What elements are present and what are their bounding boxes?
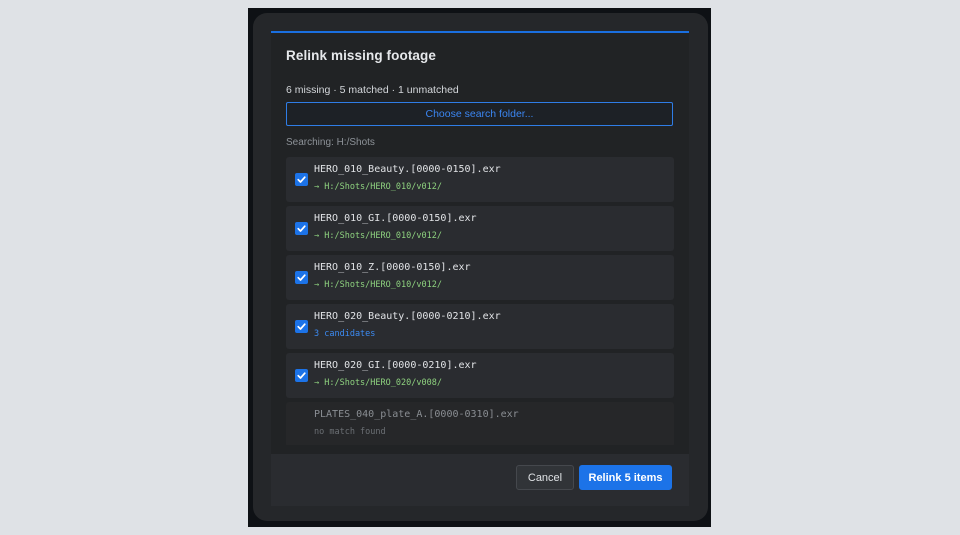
footage-filename: PLATES_040_plate_A.[0000-0310].exr xyxy=(314,409,519,420)
item-checkbox[interactable] xyxy=(295,369,308,382)
dialog-title: Relink missing footage xyxy=(286,48,436,63)
missing-summary: 6 missing · 5 matched · 1 unmatched xyxy=(286,84,459,96)
candidates-link[interactable]: 3 candidates xyxy=(314,329,375,339)
footage-filename: HERO_020_Beauty.[0000-0210].exr xyxy=(314,311,501,322)
footage-filename: HERO_010_GI.[0000-0150].exr xyxy=(314,213,477,224)
match-path: → H:/Shots/HERO_020/v008/ xyxy=(314,378,442,388)
footage-filename: HERO_020_GI.[0000-0210].exr xyxy=(314,360,477,371)
footage-list[interactable]: HERO_010_Beauty.[0000-0150].exr → H:/Sho… xyxy=(286,157,674,445)
checkmark-icon xyxy=(297,225,306,232)
footage-filename: HERO_010_Beauty.[0000-0150].exr xyxy=(314,164,501,175)
dialog-footer: Cancel Relink 5 items xyxy=(271,454,689,506)
checkmark-icon xyxy=(297,323,306,330)
match-path: → H:/Shots/HERO_010/v012/ xyxy=(314,182,442,192)
checkmark-icon xyxy=(297,274,306,281)
footage-row[interactable]: HERO_020_GI.[0000-0210].exr → H:/Shots/H… xyxy=(286,353,674,398)
footage-row-unmatched[interactable]: PLATES_040_plate_A.[0000-0310].exr no ma… xyxy=(286,402,674,445)
item-checkbox[interactable] xyxy=(295,173,308,186)
relink-dialog: Relink missing footage 6 missing · 5 mat… xyxy=(271,31,689,506)
footage-row[interactable]: HERO_010_Beauty.[0000-0150].exr → H:/Sho… xyxy=(286,157,674,202)
checkmark-icon xyxy=(297,372,306,379)
footage-row[interactable]: HERO_010_Z.[0000-0150].exr → H:/Shots/HE… xyxy=(286,255,674,300)
checkmark-icon xyxy=(297,176,306,183)
choose-search-folder-button[interactable]: Choose search folder... xyxy=(286,102,673,126)
item-checkbox[interactable] xyxy=(295,222,308,235)
footage-row[interactable]: HERO_010_GI.[0000-0150].exr → H:/Shots/H… xyxy=(286,206,674,251)
item-checkbox[interactable] xyxy=(295,320,308,333)
no-match-status: no match found xyxy=(314,427,386,437)
match-path: → H:/Shots/HERO_010/v012/ xyxy=(314,231,442,241)
cancel-button[interactable]: Cancel xyxy=(516,465,574,490)
search-path-status: Searching: H:/Shots xyxy=(286,137,375,148)
item-checkbox[interactable] xyxy=(295,271,308,284)
relink-button[interactable]: Relink 5 items xyxy=(579,465,672,490)
footage-filename: HERO_010_Z.[0000-0150].exr xyxy=(314,262,471,273)
match-path: → H:/Shots/HERO_010/v012/ xyxy=(314,280,442,290)
footage-row[interactable]: HERO_020_Beauty.[0000-0210].exr 3 candid… xyxy=(286,304,674,349)
